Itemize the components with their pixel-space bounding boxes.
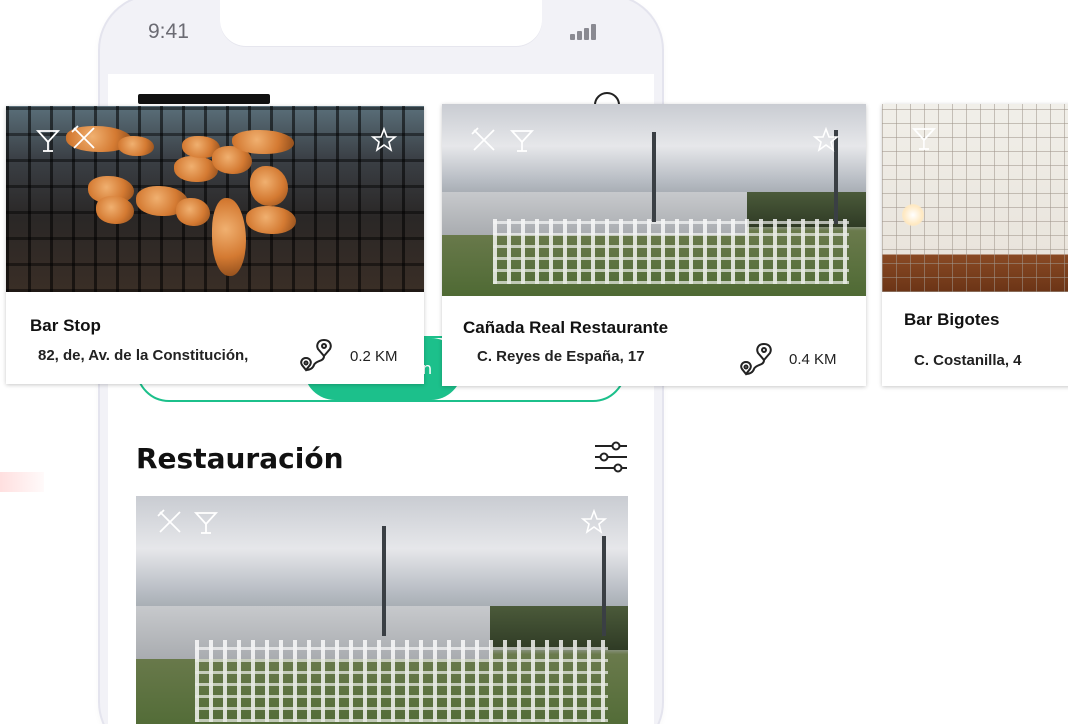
featured-venue-card[interactable] [136,496,628,724]
venue-address: C. Reyes de España, 17 [477,348,645,365]
phone-notch [220,0,542,46]
decorative-smudge [0,472,44,492]
route-icon [740,342,772,376]
venue-name: Bar Stop [30,316,101,335]
signal-icon [570,24,598,40]
venue-name: Cañada Real Restaurante [463,318,669,337]
venue-address: C. Costanilla, 4 [914,352,1022,369]
cocktail-icon [35,130,61,152]
cutlery-icon [471,127,495,151]
venue-card-canada-real[interactable]: Cañada Real Restaurante C. Reyes de Espa… [442,104,866,386]
venue-name: Bar Bigotes [904,310,1000,329]
app-logo [138,94,270,104]
venue-card-bar-stop[interactable]: Bar Stop 82, de, Av. de la Constitución,… [6,106,424,384]
venue-address: 82, de, Av. de la Constitución, [38,347,249,364]
venue-photo [6,106,424,292]
cocktail-icon [509,130,535,152]
star-icon[interactable] [812,126,840,154]
cutlery-icon [157,509,181,533]
status-time: 9:41 [148,20,189,43]
section-title: Restauración [136,442,344,475]
star-icon[interactable] [370,126,398,154]
venue-photo [442,104,866,296]
cutlery-icon [71,125,95,149]
route-icon [300,338,332,372]
filter-sliders-icon[interactable] [594,440,628,474]
venue-distance: 0.4 KM [789,351,837,368]
star-icon[interactable] [580,508,608,536]
venue-distance: 0.2 KM [350,348,398,365]
cocktail-icon [193,512,219,534]
cocktail-icon [911,128,937,150]
venue-card-bar-bigotes[interactable]: Bar Bigotes C. Costanilla, 4 [882,104,1068,386]
